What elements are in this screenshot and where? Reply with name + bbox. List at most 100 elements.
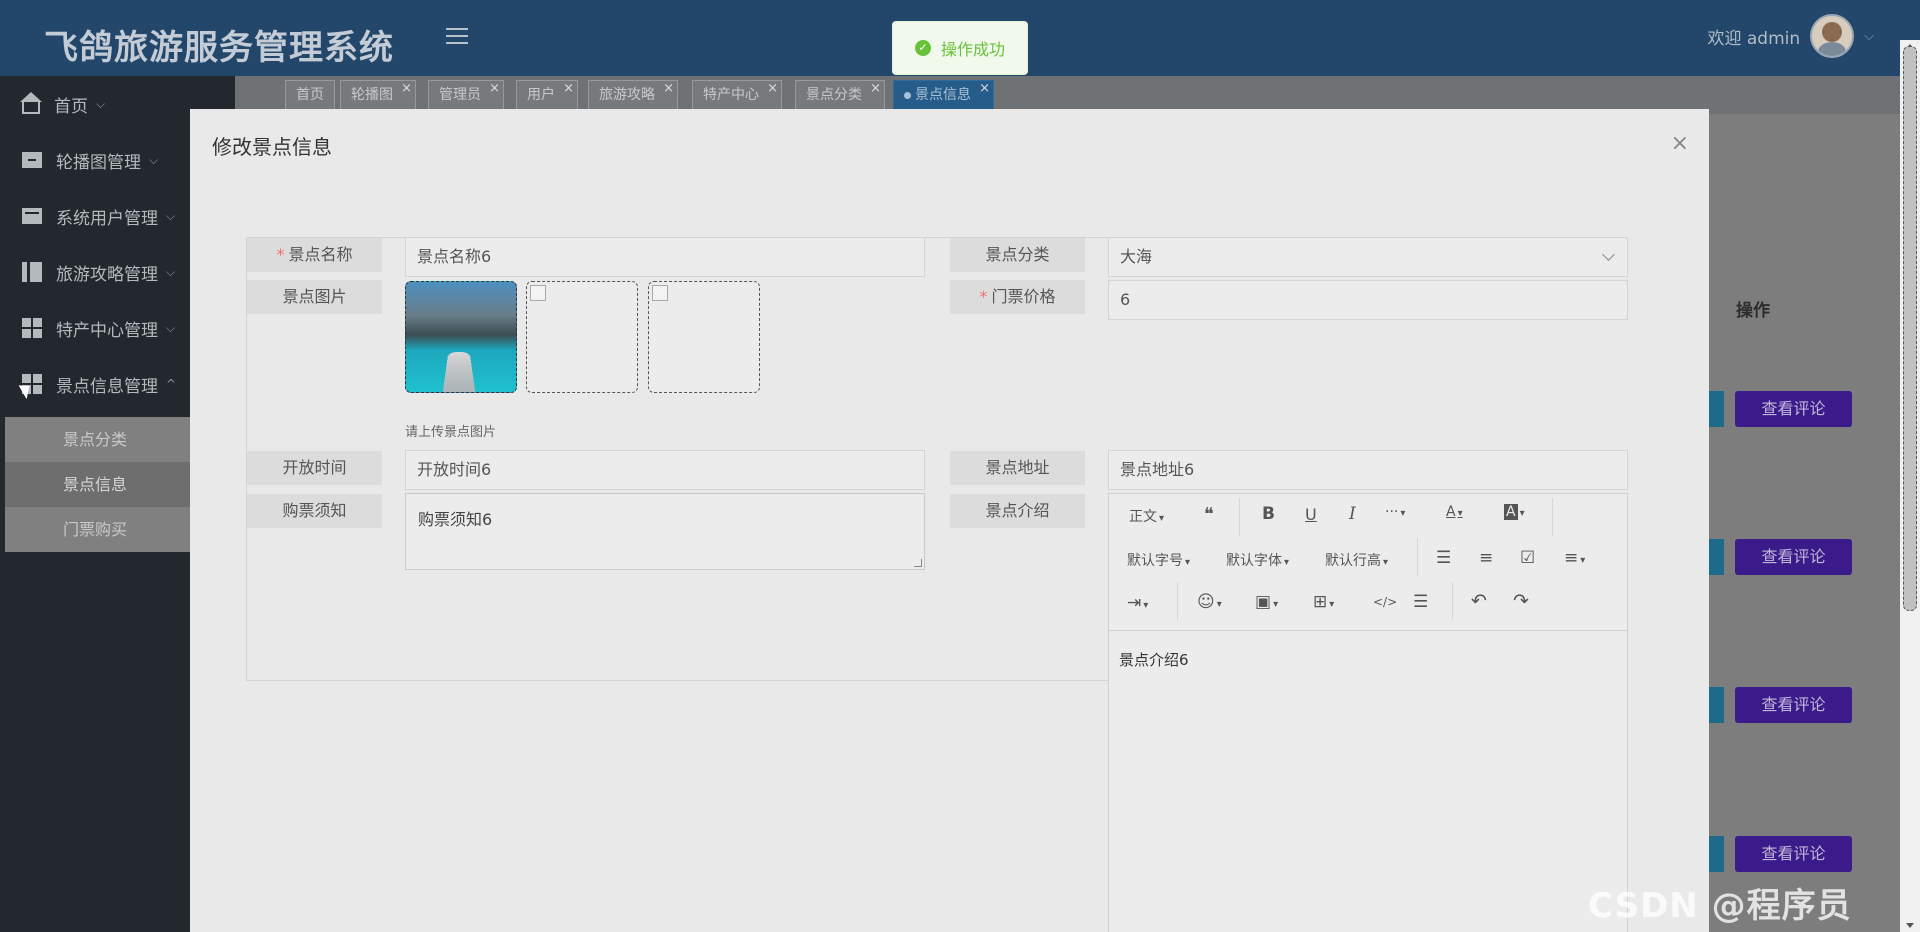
tab-admin[interactable]: 管理员 ×	[428, 80, 504, 110]
edit-attraction-dialog: 修改景点信息 × * 景点名称 景点名称6 景点分类 大海 景点图片 请上传景点图…	[190, 109, 1709, 932]
close-icon[interactable]: ×	[401, 75, 412, 103]
bullet-list-icon[interactable]: ☰	[1436, 548, 1451, 568]
chevron-down-icon: ▾	[1519, 508, 1525, 519]
close-icon[interactable]: ×	[1671, 131, 1689, 156]
undo-icon[interactable]: ↶	[1471, 590, 1487, 612]
chevron-down-icon: ▾	[1185, 557, 1191, 568]
close-icon[interactable]: ×	[767, 75, 778, 103]
chevron-down-icon: ⌵	[149, 152, 159, 167]
price-input[interactable]: 6	[1108, 280, 1628, 320]
bold-icon[interactable]: B	[1262, 504, 1275, 524]
more-styles-icon[interactable]: ··· ▾	[1385, 504, 1405, 520]
sidebar-item-label: 首页	[54, 96, 88, 117]
tab-home[interactable]: 首页	[285, 80, 335, 110]
underline-icon[interactable]: U	[1305, 505, 1317, 524]
bg-color-label: A	[1504, 504, 1518, 520]
close-icon[interactable]: ×	[563, 75, 574, 103]
chevron-down-icon[interactable]: ⌵	[1864, 29, 1874, 44]
scroll-thumb[interactable]	[1903, 46, 1917, 611]
tab-specialty[interactable]: 特产中心 ×	[692, 80, 782, 110]
sidebar-item-label: 轮播图管理	[56, 152, 141, 173]
close-icon[interactable]: ×	[663, 75, 674, 103]
menu-toggle-icon[interactable]	[446, 26, 470, 46]
broken-image-icon	[530, 285, 546, 301]
table-icon[interactable]: ⊞ ▾	[1313, 592, 1334, 612]
font-family-dropdown[interactable]: 默认字体 ▾	[1226, 550, 1289, 570]
redo-icon[interactable]: ↷	[1513, 590, 1529, 612]
todo-checkbox-icon[interactable]: ☑	[1520, 548, 1535, 568]
tab-category[interactable]: 景点分类 ×	[795, 80, 885, 110]
name-input[interactable]: 景点名称6	[405, 237, 925, 277]
close-icon[interactable]: ×	[489, 75, 500, 103]
indent-icon[interactable]: ⇥ ▾	[1127, 593, 1148, 613]
insert-image-icon[interactable]: ▣ ▾	[1255, 592, 1278, 612]
paragraph-label: 正文	[1129, 509, 1157, 525]
tab-guides[interactable]: 旅游攻略 ×	[588, 80, 678, 110]
chevron-down-icon: ⌵	[166, 264, 176, 279]
notice-textarea[interactable]: 购票须知6	[405, 493, 925, 570]
italic-icon[interactable]: I	[1349, 504, 1356, 524]
attractions-submenu: 景点分类 景点信息 门票购买	[5, 417, 190, 552]
emoji-icon[interactable]: ☺ ▾	[1197, 592, 1222, 612]
view-comments-button[interactable]: 查看评论	[1735, 391, 1852, 427]
tab-attraction-info[interactable]: 景点信息 ×	[893, 80, 994, 110]
label-open-time: 开放时间	[247, 451, 382, 485]
card-icon	[22, 208, 42, 224]
chevron-down-icon: ▾	[1284, 557, 1290, 568]
view-comments-button[interactable]: 查看评论	[1735, 539, 1852, 575]
background-color-icon[interactable]: A ▾	[1504, 504, 1525, 520]
resize-handle-icon[interactable]	[914, 559, 922, 567]
tab-users[interactable]: 用户 ×	[516, 80, 578, 110]
numbered-list-icon[interactable]: ≡	[1479, 548, 1493, 568]
tab-carousel[interactable]: 轮播图 ×	[340, 80, 416, 110]
toolbar-divider	[1239, 498, 1240, 536]
submenu-item-category[interactable]: 景点分类	[5, 417, 190, 462]
label-text: 景点名称	[288, 245, 353, 264]
chevron-down-icon: ▾	[1580, 555, 1586, 566]
toast-text: 操作成功	[940, 40, 1005, 59]
rich-text-editor[interactable]: 正文 ▾ ❝ B U I ··· ▾ A ▾ A ▾ 默认字号 ▾ 默认字体 ▾ 默认行高 ▾…	[1108, 493, 1628, 932]
image-label: ▣	[1255, 592, 1272, 612]
view-comments-button[interactable]: 查看评论	[1735, 687, 1852, 723]
label-notice: 购票须知	[247, 494, 382, 528]
sidebar-item-label: 特产中心管理	[56, 320, 158, 341]
line-height-dropdown[interactable]: 默认行高 ▾	[1325, 550, 1388, 570]
submenu-item-info[interactable]: 景点信息	[5, 462, 190, 507]
image-slot[interactable]	[648, 281, 760, 393]
paragraph-format-dropdown[interactable]: 正文 ▾	[1129, 506, 1164, 526]
toolbar-divider	[1417, 538, 1418, 576]
font-family-label: 默认字体	[1226, 553, 1282, 569]
avatar[interactable]	[1810, 14, 1855, 58]
line-height-label: 默认行高	[1325, 553, 1381, 569]
user-menu[interactable]: 欢迎 admin ⌵	[1707, 14, 1874, 58]
chevron-down-icon: ⌵	[96, 96, 106, 111]
toolbar-divider	[1452, 582, 1453, 620]
label-name: * 景点名称	[247, 238, 382, 272]
font-size-dropdown[interactable]: 默认字号 ▾	[1127, 550, 1190, 570]
align-icon[interactable]: ≡ ▾	[1564, 548, 1585, 568]
code-icon[interactable]: </>	[1373, 595, 1397, 609]
category-select[interactable]: 大海	[1108, 237, 1628, 277]
attraction-photo[interactable]	[405, 281, 517, 393]
submenu-item-tickets[interactable]: 门票购买	[5, 507, 190, 552]
open-time-input[interactable]: 开放时间6	[405, 450, 925, 490]
tab-label: 首页	[296, 87, 324, 103]
page-scrollbar[interactable]	[1900, 40, 1920, 932]
success-toast: ✓ 操作成功	[892, 21, 1028, 75]
close-icon[interactable]: ×	[870, 75, 881, 103]
font-color-icon[interactable]: A ▾	[1446, 504, 1463, 520]
category-value: 大海	[1120, 247, 1153, 266]
close-icon[interactable]: ×	[979, 75, 990, 103]
chevron-down-icon: ▾	[1457, 508, 1463, 519]
editor-content[interactable]: 景点介绍6	[1119, 649, 1189, 670]
image-slot[interactable]	[526, 281, 638, 393]
app-brand: 飞鸽旅游服务管理系统	[44, 28, 394, 68]
editor-toolbar: 正文 ▾ ❝ B U I ··· ▾ A ▾ A ▾ 默认字号 ▾ 默认字体 ▾ 默认行高 ▾…	[1109, 494, 1627, 631]
welcome-text: 欢迎 admin	[1707, 28, 1801, 49]
quote-icon[interactable]: ❝	[1204, 504, 1214, 525]
divider-line-icon[interactable]: ☰	[1413, 592, 1428, 612]
chevron-down-icon: ▾	[1400, 508, 1406, 519]
view-comments-button[interactable]: 查看评论	[1735, 836, 1852, 872]
tab-label: 旅游攻略	[599, 87, 655, 103]
address-input[interactable]: 景点地址6	[1108, 450, 1628, 490]
